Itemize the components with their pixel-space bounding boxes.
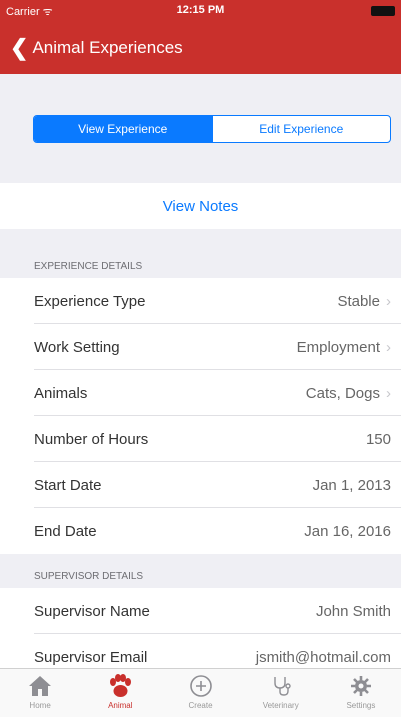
row-value: Jan 1, 2013 bbox=[312, 476, 391, 494]
row-label: Supervisor Name bbox=[34, 602, 150, 620]
row-number-of-hours: Number of Hours 150 bbox=[0, 416, 401, 462]
tab-settings[interactable]: Settings bbox=[321, 669, 401, 717]
status-time: 12:15 PM bbox=[176, 4, 225, 16]
row-work-setting[interactable]: Work Setting Employment › bbox=[0, 324, 401, 370]
row-value: Stable bbox=[337, 292, 380, 310]
tab-label: Animal bbox=[108, 701, 133, 710]
row-start-date: Start Date Jan 1, 2013 bbox=[0, 462, 401, 508]
tab-veterinary[interactable]: Veterinary bbox=[241, 669, 321, 717]
back-button[interactable]: ❮ Animal Experiences bbox=[10, 22, 183, 74]
tab-home[interactable]: Home bbox=[0, 669, 80, 717]
notes-cell: View Notes bbox=[0, 183, 401, 229]
tab-label: Settings bbox=[346, 701, 376, 710]
stethoscope-icon bbox=[269, 673, 293, 699]
row-label: Start Date bbox=[34, 476, 102, 494]
row-animals[interactable]: Animals Cats, Dogs › bbox=[0, 370, 401, 416]
navigation-bar: ❮ Animal Experiences bbox=[0, 22, 401, 74]
battery-icon bbox=[371, 6, 395, 16]
view-experience-segment[interactable]: View Experience bbox=[34, 116, 212, 142]
row-value: Employment bbox=[296, 338, 380, 356]
edit-experience-segment[interactable]: Edit Experience bbox=[211, 116, 391, 142]
row-value: jsmith@hotmail.com bbox=[255, 648, 391, 666]
view-notes-link[interactable]: View Notes bbox=[163, 198, 239, 215]
tab-label: Home bbox=[29, 701, 51, 710]
row-value: Jan 16, 2016 bbox=[304, 522, 391, 540]
row-value: Cats, Dogs bbox=[305, 384, 380, 402]
row-value: John Smith bbox=[315, 602, 391, 620]
status-bar: Carrier ᯤ 12:15 PM bbox=[0, 0, 401, 22]
chevron-right-icon: › bbox=[386, 338, 391, 356]
paw-icon bbox=[107, 673, 133, 699]
row-label: Experience Type bbox=[34, 292, 146, 310]
back-label: Animal Experiences bbox=[32, 38, 183, 57]
row-label: Supervisor Email bbox=[34, 648, 148, 666]
row-experience-type[interactable]: Experience Type Stable › bbox=[0, 278, 401, 324]
segmented-control: View Experience Edit Experience bbox=[33, 115, 391, 143]
chevron-right-icon: › bbox=[386, 292, 391, 310]
tab-animal[interactable]: Animal bbox=[80, 669, 160, 717]
row-value: 150 bbox=[365, 430, 391, 448]
supervisor-details-header: SUPERVISOR DETAILS bbox=[34, 570, 144, 582]
gear-icon bbox=[349, 673, 373, 699]
row-supervisor-name: Supervisor Name John Smith bbox=[0, 588, 401, 634]
tab-label: Create bbox=[188, 701, 213, 710]
row-label: Work Setting bbox=[34, 338, 120, 356]
home-icon bbox=[28, 673, 52, 699]
chevron-right-icon: › bbox=[386, 384, 391, 402]
experience-details-header: EXPERIENCE DETAILS bbox=[34, 260, 143, 272]
row-end-date: End Date Jan 16, 2016 bbox=[0, 508, 401, 554]
plus-circle-icon bbox=[189, 673, 213, 699]
row-label: Number of Hours bbox=[34, 430, 149, 448]
row-label: Animals bbox=[34, 384, 88, 402]
row-label: End Date bbox=[34, 522, 97, 540]
tab-bar: Home Animal Create Veterinary Settings bbox=[0, 668, 401, 717]
chevron-left-icon: ❮ bbox=[10, 35, 29, 60]
tab-label: Veterinary bbox=[262, 701, 299, 710]
tab-create[interactable]: Create bbox=[160, 669, 240, 717]
